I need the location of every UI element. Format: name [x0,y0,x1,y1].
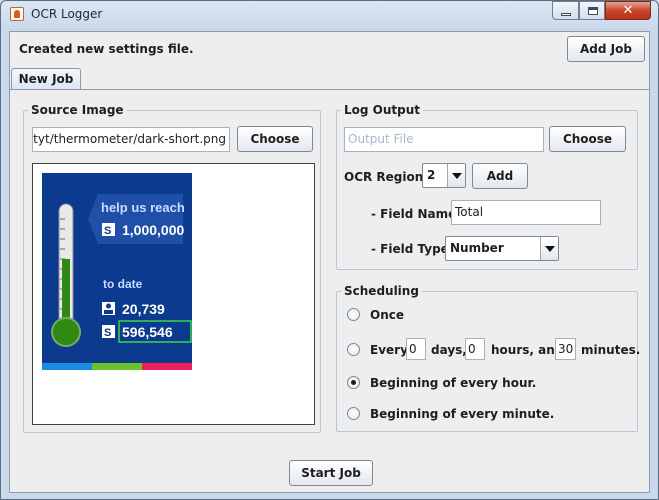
status-message: Created new settings file. [19,42,194,56]
field-name-label: - Field Name: [371,207,462,221]
window-title: OCR Logger [31,7,103,21]
schedule-every-radio[interactable] [347,343,360,356]
field-type-value: Number [450,241,504,255]
stripe-red [142,363,192,370]
minimize-button[interactable] [552,1,579,20]
ocr-region-select[interactable]: 2 [422,163,466,188]
raised-dollar-glyph: S [104,327,111,339]
image-preview: help us reach S 1,000,000 to date 20,739… [32,163,315,425]
hours-label: hours, and [491,343,564,357]
schedule-once-label[interactable]: Once [370,308,404,322]
add-job-button[interactable]: Add Job [567,36,645,62]
add-region-button[interactable]: Add [472,163,528,189]
goal-headline: help us reach [101,200,185,215]
raised-amount: 596,546 [122,324,173,340]
output-file-choose-button[interactable]: Choose [549,126,626,152]
main-panel: Created new settings file. Add Job New J… [9,31,650,493]
stripe-green [92,363,142,370]
minimize-icon [561,13,571,16]
to-date-label: to date [103,277,143,291]
chevron-down-icon[interactable] [447,164,465,187]
thermometer-bulb [51,317,81,347]
field-type-select[interactable]: Number [445,236,559,261]
schedule-minute-label[interactable]: Beginning of every minute. [370,407,554,421]
source-image-path-field[interactable]: page/tyt/thermometer/dark-short.png [32,127,230,152]
thermometer-graphic: help us reach S 1,000,000 to date 20,739… [42,173,192,370]
schedule-every-label[interactable]: Every [370,343,408,357]
hours-input[interactable]: 0 [465,338,485,360]
minutes-input[interactable]: 30 [555,338,576,360]
scheduling-legend: Scheduling [344,284,419,298]
stripe-blue [42,363,92,370]
maximize-button[interactable] [579,1,605,20]
schedule-minute-radio[interactable] [347,407,360,420]
app-window: OCR Logger ✕ Created new settings file. … [0,0,659,500]
ocr-region-value: 2 [427,168,436,182]
ocr-region-label: OCR Region: [344,170,429,184]
field-name-input[interactable]: Total [451,200,601,225]
tab-new-job[interactable]: New Job [11,68,81,90]
schedule-once-radio[interactable] [347,308,360,321]
log-output-legend: Log Output [344,103,421,117]
start-job-button[interactable]: Start Job [289,460,373,486]
minutes-label: minutes. [581,343,641,357]
title-bar[interactable]: OCR Logger ✕ [1,1,658,27]
close-button[interactable]: ✕ [605,1,651,20]
days-input[interactable]: 0 [406,338,426,360]
schedule-hour-radio[interactable] [347,376,360,389]
output-file-field[interactable]: Output File [344,127,544,152]
goal-dollar-glyph: S [104,225,111,237]
field-type-label: - Field Type: [371,242,454,256]
chevron-down-icon[interactable] [540,237,558,260]
days-label: days, [431,343,467,357]
source-image-choose-button[interactable]: Choose [237,126,313,152]
schedule-hour-label[interactable]: Beginning of every hour. [370,376,536,390]
donor-count: 20,739 [122,301,165,317]
goal-amount: 1,000,000 [122,222,184,238]
java-app-icon [10,7,24,21]
source-image-legend: Source Image [31,103,124,117]
close-icon: ✕ [622,3,634,18]
maximize-icon [588,7,598,15]
